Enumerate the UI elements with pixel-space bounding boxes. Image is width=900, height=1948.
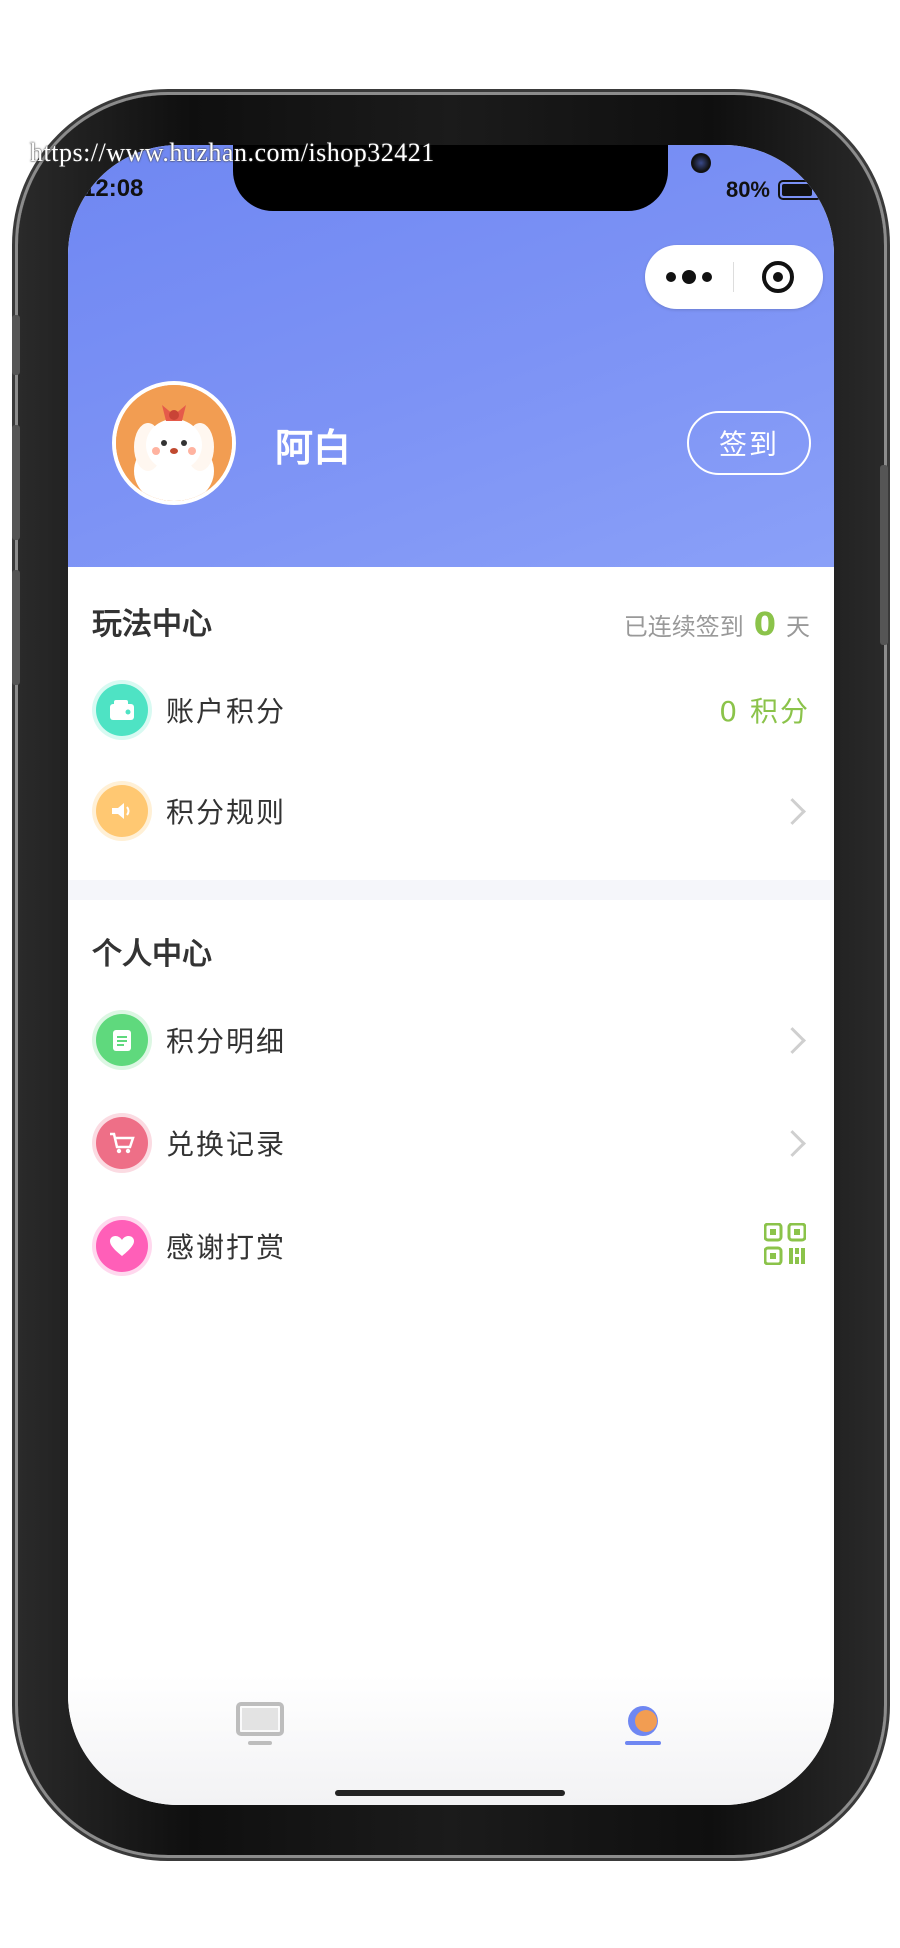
cart-icon <box>96 1117 148 1169</box>
streak-days: 0 <box>753 605 776 643</box>
signin-streak: 已连续签到 0 天 <box>624 605 810 643</box>
tab-bar <box>68 1675 834 1805</box>
username: 阿白 <box>275 426 352 470</box>
more-dots-icon <box>666 272 676 282</box>
list-item-thanks-reward[interactable]: 感谢打赏 <box>68 1196 834 1296</box>
list-item-points-detail[interactable]: 积分明细 <box>68 990 834 1090</box>
list-item-label: 感谢打赏 <box>166 1231 287 1264</box>
power-button <box>880 465 888 645</box>
signin-button[interactable]: 签到 <box>687 411 811 475</box>
target-icon <box>762 261 794 293</box>
mute-switch <box>12 315 20 375</box>
points-value: 0 积分 <box>719 695 810 728</box>
list-item-label: 积分规则 <box>166 796 287 829</box>
list-item-label: 账户积分 <box>166 695 287 728</box>
more-menu-button[interactable] <box>645 245 733 309</box>
avatar[interactable] <box>112 381 236 505</box>
list-item-account-points[interactable]: 账户积分 0 积分 <box>68 660 834 760</box>
qrcode-icon[interactable] <box>763 1222 807 1269</box>
wallet-icon <box>96 684 148 736</box>
section-title-personal-center: 个人中心 <box>92 937 212 972</box>
chevron-right-icon <box>779 1129 806 1157</box>
section-title-play-center: 玩法中心 <box>92 607 212 642</box>
section-divider <box>68 880 834 900</box>
list-item-points-rules[interactable]: 积分规则 <box>68 761 834 861</box>
clipboard-icon <box>96 1014 148 1066</box>
heart-icon <box>96 1220 148 1272</box>
status-battery: 80% <box>725 177 826 203</box>
streak-unit: 天 <box>786 613 810 641</box>
volume-up-button <box>12 425 20 540</box>
camera-icon <box>691 153 711 173</box>
speaker-icon <box>96 785 148 837</box>
chevron-right-icon <box>779 1026 806 1054</box>
monitor-icon <box>235 1702 284 1745</box>
battery-percent: 80% <box>725 177 770 202</box>
list-item-label: 兑换记录 <box>166 1128 287 1161</box>
list-item-exchange-records[interactable]: 兑换记录 <box>68 1093 834 1193</box>
miniprogram-capsule <box>645 245 823 309</box>
tab-profile[interactable] <box>451 1675 834 1775</box>
avatar-dog-icon <box>116 385 232 501</box>
app-screen: 12:08 80% 阿白 签到 玩法中心 已连续签到 0 天 账户积分 0 积分… <box>68 145 834 1805</box>
profile-icon <box>624 1706 661 1745</box>
list-item-label: 积分明细 <box>166 1025 287 1058</box>
close-miniprogram-button[interactable] <box>734 245 822 309</box>
streak-prefix: 已连续签到 <box>623 613 744 641</box>
home-indicator <box>335 1790 565 1796</box>
chevron-right-icon <box>779 797 806 825</box>
tab-home[interactable] <box>68 1675 451 1775</box>
watermark-url: https://www.huzhan.com/ishop32421 <box>30 138 435 167</box>
battery-icon <box>778 180 826 200</box>
status-time: 12:08 <box>82 175 144 202</box>
volume-down-button <box>12 570 20 685</box>
